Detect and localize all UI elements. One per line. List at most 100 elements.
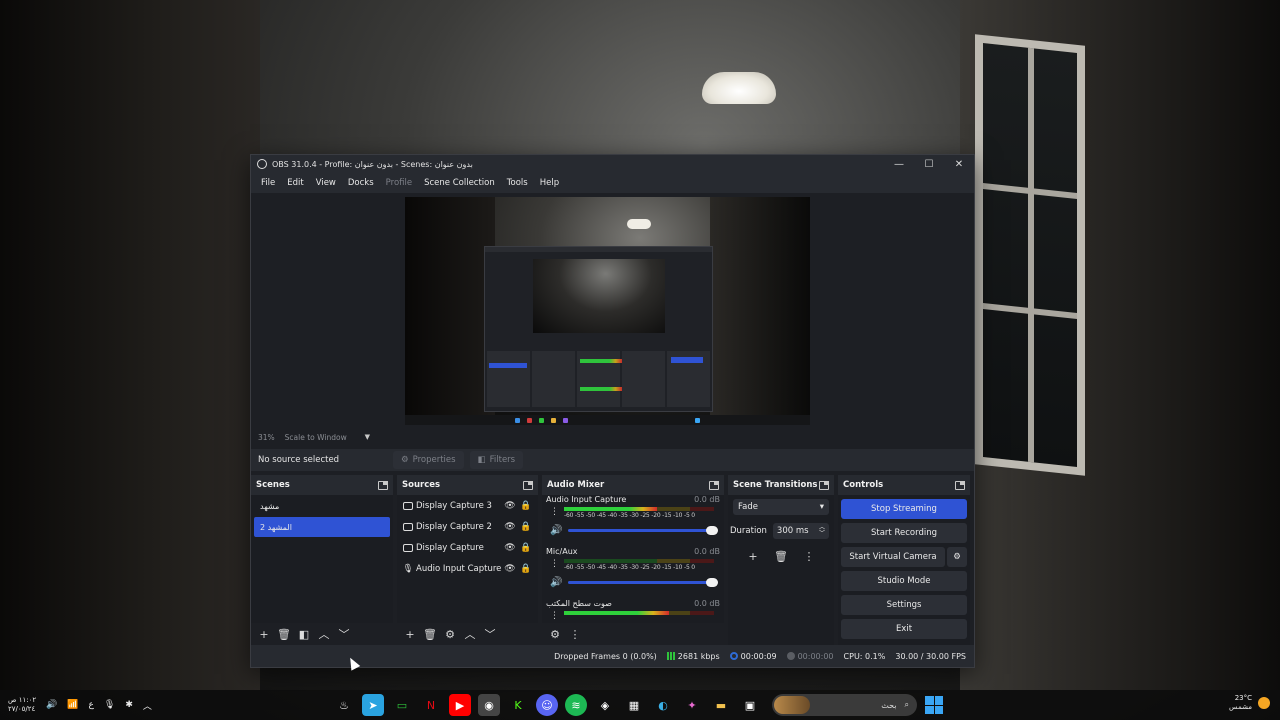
undock-icon[interactable]	[819, 480, 829, 490]
spotify-icon[interactable]: ≋	[565, 694, 587, 716]
volume-icon[interactable]: 🔊	[46, 700, 57, 710]
trash-icon[interactable]: 🗑	[772, 547, 790, 565]
undock-icon[interactable]	[955, 480, 965, 490]
app-icon[interactable]: ♨	[333, 694, 355, 716]
start-virtual-camera-button[interactable]: Start Virtual Camera	[841, 547, 945, 567]
lock-icon[interactable]: 🔒	[518, 543, 534, 553]
scene-item[interactable]: مشهد	[254, 496, 390, 516]
stop-streaming-button[interactable]: Stop Streaming	[841, 499, 967, 519]
notes-icon[interactable]: ◈	[594, 694, 616, 716]
source-item[interactable]: Display Capture 👁 🔒	[397, 537, 538, 558]
menu-scene-collection[interactable]: Scene Collection	[418, 178, 501, 188]
volume-slider[interactable]	[568, 526, 718, 535]
microphone-icon[interactable]: 🎙	[104, 700, 115, 710]
taskbar-search[interactable]: بحث ⌕	[772, 694, 917, 716]
move-up-icon[interactable]: ︿	[315, 625, 333, 643]
trash-icon[interactable]: 🗑	[275, 625, 293, 643]
lock-icon[interactable]: 🔒	[518, 564, 534, 574]
language-indicator[interactable]: ع	[89, 700, 94, 710]
wifi-icon[interactable]: 📶	[67, 700, 78, 710]
menu-profile[interactable]: Profile	[380, 178, 418, 188]
more-options-icon[interactable]: ⋮	[566, 625, 584, 643]
windows-start-icon[interactable]	[925, 696, 943, 714]
lock-icon[interactable]: 🔒	[518, 522, 534, 532]
slider-knob[interactable]	[706, 578, 718, 587]
more-options-icon[interactable]: ⋮	[550, 611, 559, 621]
menu-view[interactable]: View	[310, 178, 342, 188]
lock-icon[interactable]: 🔒	[518, 501, 534, 511]
obs-icon[interactable]: ◉	[478, 694, 500, 716]
menu-docks[interactable]: Docks	[342, 178, 380, 188]
studio-mode-button[interactable]: Studio Mode	[841, 571, 967, 591]
edge-icon[interactable]: ◐	[652, 694, 674, 716]
preview-left-wall	[405, 197, 495, 425]
source-item[interactable]: Display Capture 3 👁 🔒	[397, 495, 538, 516]
more-options-icon[interactable]: ⋮	[550, 507, 559, 517]
netflix-icon[interactable]: N	[420, 694, 442, 716]
maximize-button[interactable]: ☐	[914, 155, 944, 173]
close-button[interactable]: ✕	[944, 155, 974, 173]
undock-icon[interactable]	[523, 480, 533, 490]
channel-name: Audio Input Capture	[546, 495, 627, 504]
speaker-icon[interactable]: 🔊	[550, 577, 564, 588]
virtual-camera-gear-icon[interactable]: ⚙	[947, 547, 967, 567]
spin-arrows-icon[interactable]: ︿ ﹀	[819, 525, 825, 537]
chevron-down-icon[interactable]: ▼	[365, 433, 370, 441]
more-options-icon[interactable]: ⋮	[550, 559, 559, 569]
scale-mode-select[interactable]: Scale to Window	[285, 433, 365, 442]
add-transition-button[interactable]: +	[744, 547, 762, 565]
file-explorer-icon[interactable]: ▬	[710, 694, 732, 716]
weather-widget[interactable]: 23°C مشمس	[1229, 694, 1270, 712]
preview-taskbar-icon	[515, 418, 520, 423]
terminal-icon[interactable]: ▭	[391, 694, 413, 716]
bluetooth-icon[interactable]: ✱	[125, 700, 133, 710]
settings-button[interactable]: Settings	[841, 595, 967, 615]
copilot-icon[interactable]: ✦	[681, 694, 703, 716]
undock-icon[interactable]	[378, 480, 388, 490]
move-up-icon[interactable]: ︿	[461, 625, 479, 643]
menu-edit[interactable]: Edit	[281, 178, 309, 188]
more-options-icon[interactable]: ⋮	[800, 547, 818, 565]
gear-icon[interactable]: ⚙	[441, 625, 459, 643]
add-source-button[interactable]: +	[401, 625, 419, 643]
source-item[interactable]: 🎙 Audio Input Capture 👁 🔒	[397, 558, 538, 579]
undock-icon[interactable]	[709, 480, 719, 490]
exit-button[interactable]: Exit	[841, 619, 967, 639]
transition-select[interactable]: Fade ▾	[733, 499, 829, 515]
add-scene-button[interactable]: +	[255, 625, 273, 643]
kick-icon[interactable]: K	[507, 694, 529, 716]
telegram-icon[interactable]: ➤	[362, 694, 384, 716]
menu-help[interactable]: Help	[534, 178, 565, 188]
volume-slider[interactable]	[568, 578, 718, 587]
eye-icon[interactable]: 👁	[502, 564, 518, 574]
scene-filters-icon[interactable]: ◧	[295, 625, 313, 643]
properties-button[interactable]: ⚙ Properties	[393, 451, 464, 469]
source-item[interactable]: Display Capture 2 👁 🔒	[397, 516, 538, 537]
move-down-icon[interactable]: ﹀	[335, 625, 353, 643]
eye-icon[interactable]: 👁	[502, 522, 518, 532]
speaker-icon[interactable]: 🔊	[550, 525, 564, 536]
chevron-up-icon[interactable]: ︿	[143, 699, 152, 712]
move-down-icon[interactable]: ﹀	[481, 625, 499, 643]
menu-tools[interactable]: Tools	[501, 178, 534, 188]
trash-icon[interactable]: 🗑	[421, 625, 439, 643]
advanced-audio-gear-icon[interactable]: ⚙	[546, 625, 564, 643]
start-recording-button[interactable]: Start Recording	[841, 523, 967, 543]
duration-input[interactable]: 300 ms ︿ ﹀	[772, 523, 829, 539]
background-ceiling-lamp	[702, 72, 776, 104]
task-view-icon[interactable]: ▣	[739, 694, 761, 716]
eye-icon[interactable]: 👁	[502, 543, 518, 553]
scene-item-selected[interactable]: المشهد 2	[254, 517, 390, 537]
minimize-button[interactable]: —	[884, 155, 914, 173]
discord-icon[interactable]: ☺	[536, 694, 558, 716]
filters-button[interactable]: ◧ Filters	[469, 451, 524, 469]
nested-scenes-dock	[487, 351, 530, 407]
sources-list: Display Capture 3 👁 🔒 Display Capture 2 …	[397, 495, 538, 623]
slider-knob[interactable]	[706, 526, 718, 535]
preview-canvas[interactable]	[405, 197, 810, 425]
youtube-icon[interactable]: ▶	[449, 694, 471, 716]
menu-file[interactable]: File	[255, 178, 281, 188]
eye-icon[interactable]: 👁	[502, 501, 518, 511]
clock[interactable]: ١١:٠٢ ص ٢٧/٠٥/٢٤	[8, 696, 36, 714]
calculator-icon[interactable]: ▦	[623, 694, 645, 716]
